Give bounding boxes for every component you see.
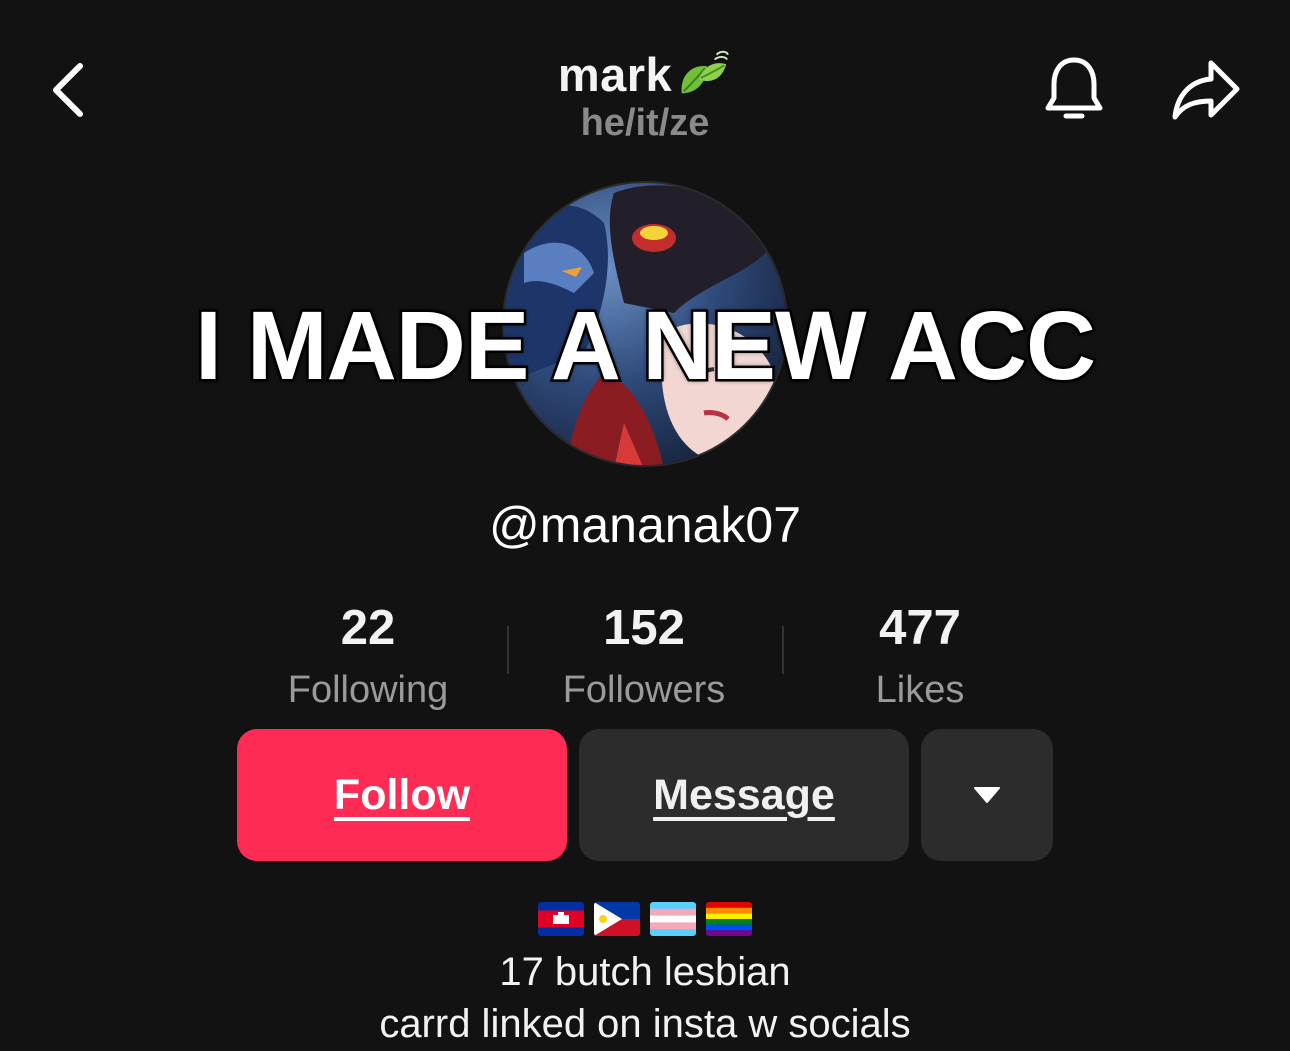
caret-down-icon (974, 787, 1000, 803)
more-options-button[interactable] (921, 729, 1053, 861)
rainbow-flag-icon (706, 902, 752, 936)
share-arrow-icon (1172, 60, 1240, 120)
display-name: mark (557, 47, 673, 101)
cambodia-flag-icon (538, 902, 584, 936)
follow-button[interactable]: Follow (237, 729, 567, 861)
following-count: 22 (340, 601, 396, 655)
share-button[interactable] (1164, 52, 1248, 128)
follow-button-label: Follow (333, 770, 471, 819)
bell-icon (1045, 57, 1103, 119)
stat-likes[interactable]: 477 Likes (780, 601, 1060, 711)
transgender-flag-icon (650, 902, 696, 936)
stat-following[interactable]: 22 Following (228, 601, 508, 711)
notification-bell-button[interactable] (1036, 50, 1112, 130)
leaves-icon (681, 50, 730, 94)
followers-count: 152 (603, 601, 685, 655)
bio-flags (0, 902, 1290, 936)
philippines-flag-icon (594, 902, 640, 936)
stat-followers[interactable]: 152 Followers (504, 601, 784, 711)
bio-line-2: carrd linked on insta w socials (379, 1002, 911, 1046)
followers-label: Followers (562, 669, 726, 711)
overlay-caption: I MADE A NEW ACC (192, 289, 1098, 403)
likes-label: Likes (875, 669, 965, 711)
message-button-label: Message (653, 770, 835, 819)
likes-count: 477 (879, 601, 961, 655)
username: @mananak07 (488, 497, 802, 553)
bio-line-1: 17 butch lesbian (499, 950, 791, 994)
message-button[interactable]: Message (579, 729, 909, 861)
following-label: Following (287, 669, 449, 711)
